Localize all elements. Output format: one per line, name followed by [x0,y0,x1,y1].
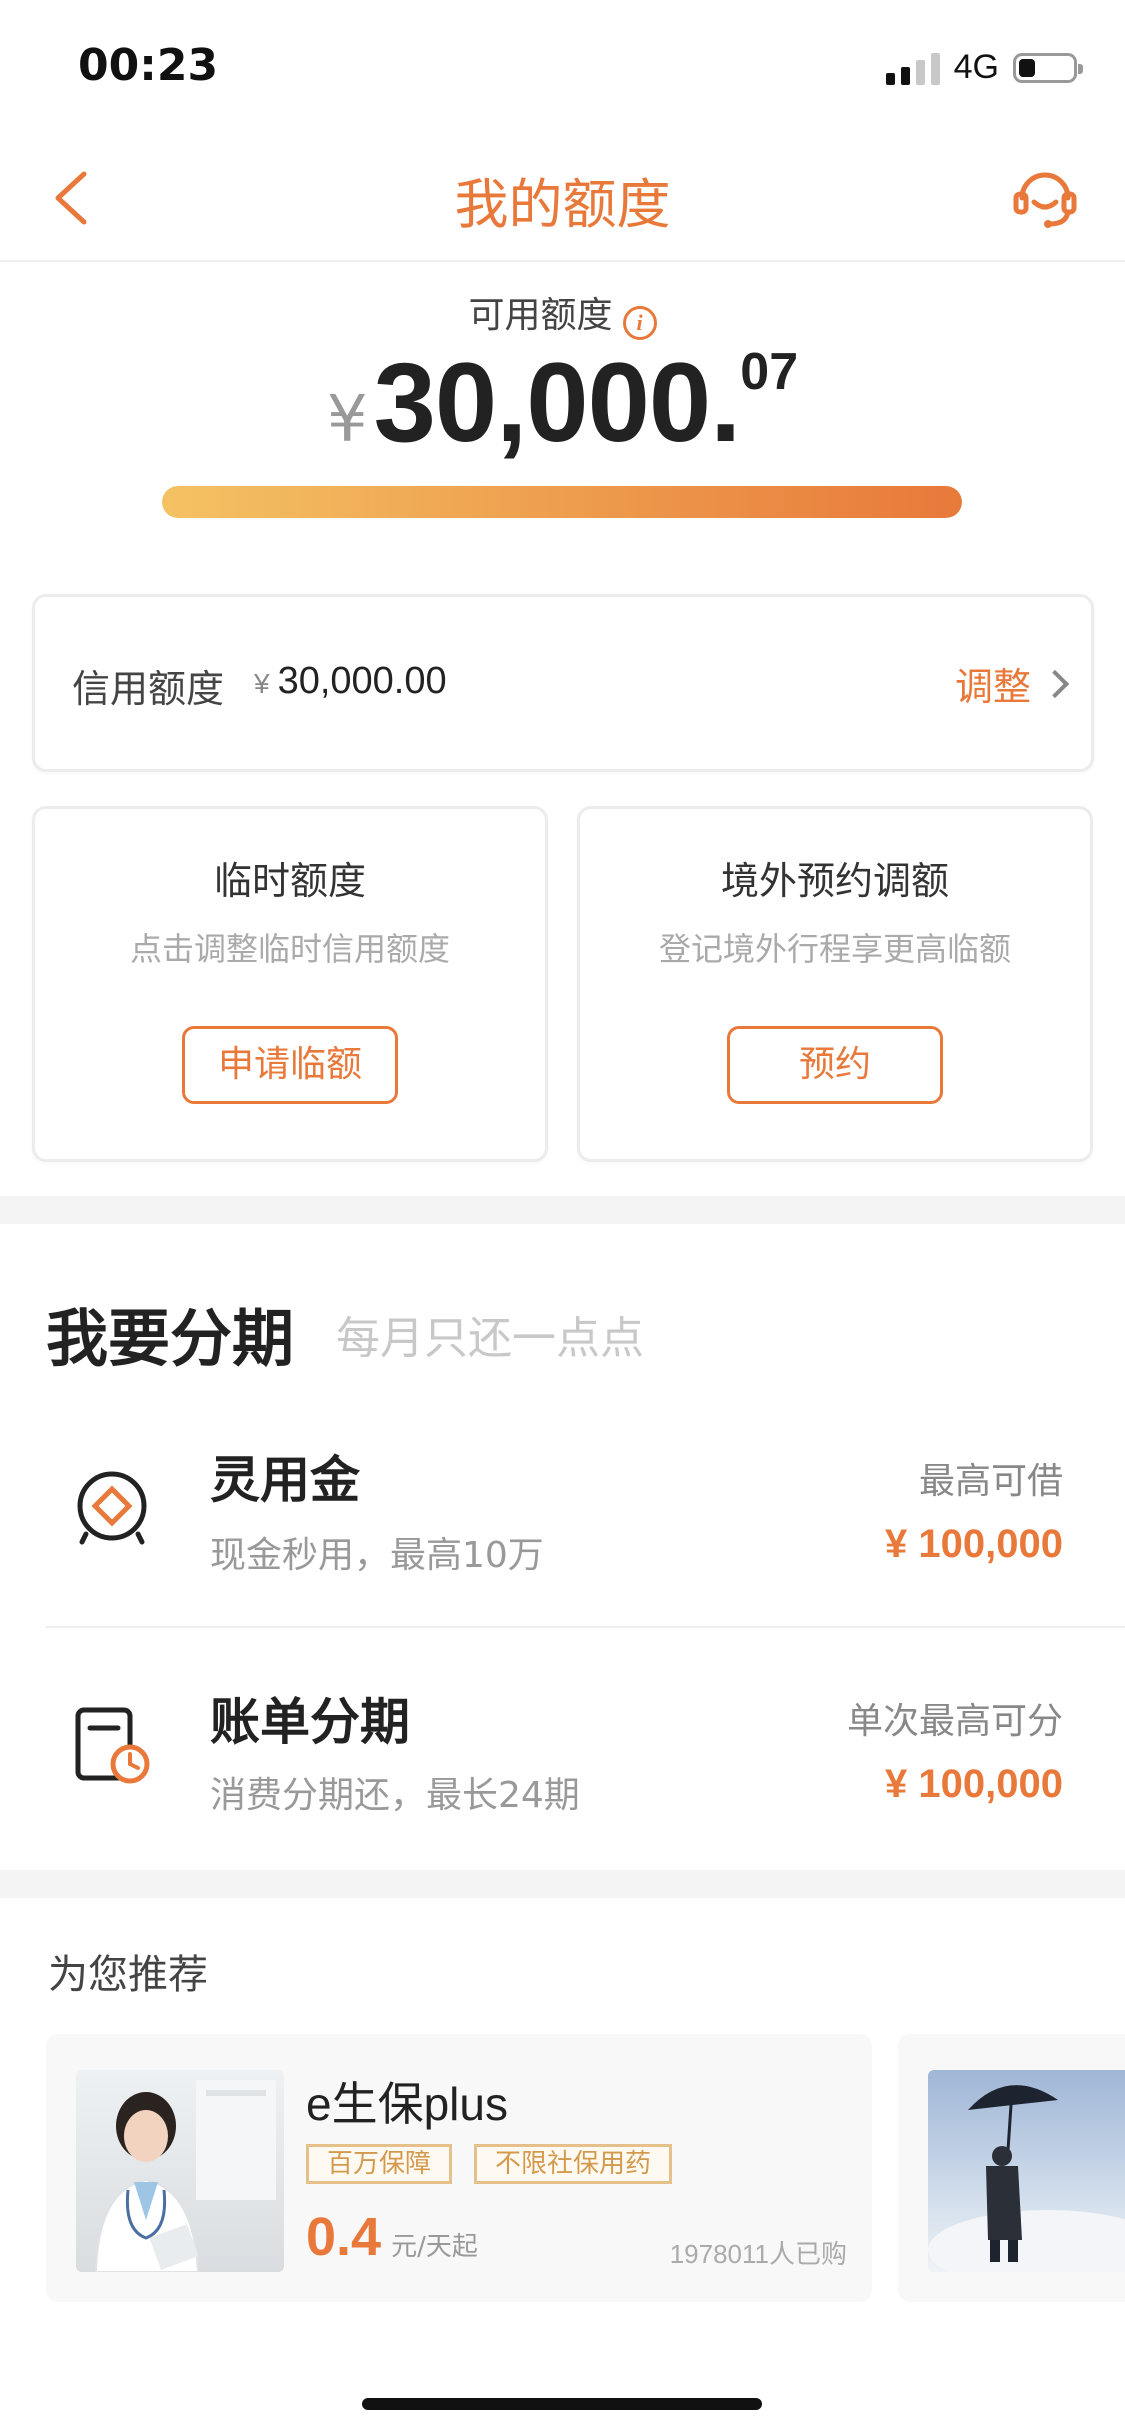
credit-usage-fill [162,486,962,518]
recommend-title: 为您推荐 [48,1952,208,1998]
product-name: e生保plus [306,2078,508,2130]
reserve-button[interactable]: 预约 [727,1026,943,1104]
adjust-link[interactable]: 调整 [954,656,1070,711]
doctor-image [76,2070,284,2272]
credit-currency: ¥ [254,668,270,699]
buyers-count: 1978011人已购 [669,2239,847,2269]
status-indicators: 4G [885,48,1083,87]
page-title: 我的额度 [454,173,671,236]
info-icon[interactable]: i [622,306,657,340]
battery-fill [1019,58,1035,77]
list-item-cash-loan[interactable] [0,1420,1125,1620]
available-label-text: 可用额度 [468,295,613,336]
credit-value-text: 30,000.00 [277,660,447,702]
amount-integer: 30,000. [373,340,742,465]
adjust-label: 调整 [954,665,1031,709]
headset-icon[interactable] [1010,162,1080,232]
price-number: 0.4 [306,2207,382,2267]
product-tag: 不限社保用药 [474,2144,673,2184]
credit-usage-bar [162,486,962,518]
chevron-right-icon [1040,669,1070,698]
amount-decimal: 07 [740,343,799,401]
installment-subtitle: 每月只还一点点 [336,1313,644,1364]
product-tag: 百万保障 [306,2144,453,2184]
network-type: 4G [953,48,999,86]
installment-title: 我要分期 [46,1302,295,1375]
credit-limit-label: 信用额度 [72,667,225,711]
price-unit: 元/天起 [391,2232,478,2262]
list-item-bill-installment[interactable] [0,1630,1125,1860]
apply-temp-limit-button[interactable]: 申请临额 [182,1026,398,1104]
home-indicator[interactable] [362,2398,762,2410]
signal-icon [885,51,940,85]
temp-limit-desc: 点击调整临时信用额度 [129,930,450,968]
status-time: 00:23 [78,40,219,91]
overseas-desc: 登记境外行程享更高临额 [658,930,1011,968]
available-amount: ¥30,000.07 [0,338,1125,467]
currency-symbol: ¥ [326,383,368,457]
credit-limit-value: ¥30,000.00 [254,660,447,703]
available-label: 可用额度 i [0,286,1125,340]
section-divider [0,1870,1125,1898]
temp-limit-title: 临时额度 [213,859,366,903]
product-price: 0.4 元/天起 [306,2206,478,2268]
umbrella-man-image [928,2070,1125,2272]
battery-icon [1013,52,1083,83]
overseas-title: 境外预约调额 [720,859,949,903]
row-divider [46,1626,1125,1628]
section-divider [0,1196,1125,1224]
